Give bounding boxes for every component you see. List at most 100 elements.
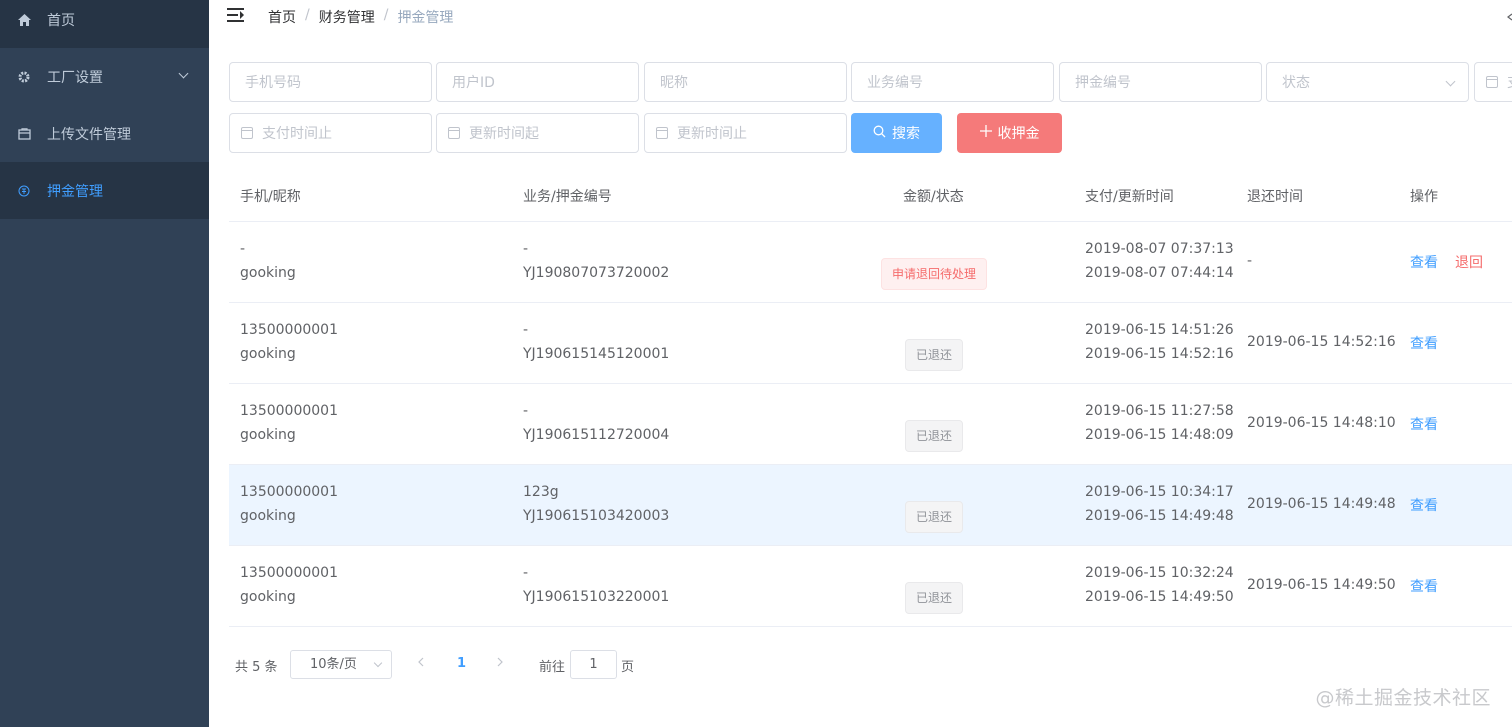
home-icon xyxy=(17,13,31,27)
plus-icon xyxy=(979,125,992,141)
update-start-date-picker[interactable]: 更新时间起 xyxy=(436,113,639,153)
breadcrumb-finance[interactable]: 财务管理 xyxy=(319,7,375,27)
breadcrumb: 首页 / 财务管理 / 押金管理 xyxy=(268,7,453,27)
col-header-number: 业务/押金编号 xyxy=(523,189,612,205)
updated-time-cell: 2019-06-15 14:49:50 xyxy=(1085,589,1234,605)
table-row[interactable]: 13500000001 gooking - YJ190615145120001 … xyxy=(229,303,1512,384)
view-link[interactable]: 查看 xyxy=(1410,495,1438,515)
hamburger-icon[interactable] xyxy=(227,8,244,23)
business-no-cell: - xyxy=(523,403,529,419)
phone-cell: 13500000001 xyxy=(240,403,338,419)
refund-link[interactable]: 退回 xyxy=(1455,252,1483,272)
goto-label: 前往 xyxy=(539,660,566,675)
sidebar-item-upload-files[interactable]: 上传文件管理 xyxy=(0,105,209,162)
sidebar-item-label: 押金管理 xyxy=(47,183,103,200)
chevron-down-icon xyxy=(373,658,383,668)
business-no-cell: - xyxy=(523,565,529,581)
sidebar-item-label: 上传文件管理 xyxy=(47,126,131,143)
collect-deposit-label: 收押金 xyxy=(997,126,1040,142)
sidebar-item-home[interactable]: 首页 xyxy=(0,0,209,48)
calendar-icon xyxy=(1486,76,1498,88)
nickname-cell: gooking xyxy=(240,346,296,362)
header-right-arrow-icon[interactable] xyxy=(1506,10,1512,24)
updated-time-cell: 2019-06-15 14:52:16 xyxy=(1085,346,1234,362)
search-button[interactable]: 搜索 xyxy=(851,113,942,153)
table-row[interactable]: 13500000001 gooking - YJ190615103220001 … xyxy=(229,546,1512,627)
pay-start-placeholder: 支 xyxy=(1507,72,1512,92)
status-badge: 申请退回待处理 xyxy=(881,258,988,290)
paid-time-cell: 2019-06-15 11:27:58 xyxy=(1085,403,1234,419)
update-start-placeholder: 更新时间起 xyxy=(469,126,539,142)
collect-deposit-button[interactable]: 收押金 xyxy=(957,113,1062,153)
table-row[interactable]: 13500000001 gooking - YJ190615112720004 … xyxy=(229,384,1512,465)
col-header-time: 支付/更新时间 xyxy=(1085,189,1174,205)
update-end-date-picker[interactable]: 更新时间止 xyxy=(644,113,847,153)
business-no-cell: - xyxy=(523,241,529,257)
table-row[interactable]: - gooking - YJ190807073720002 申请退回待处理 20… xyxy=(229,222,1512,303)
table-row[interactable]: 13500000001 gooking 123g YJ1906151034200… xyxy=(229,465,1512,546)
nickname-cell: gooking xyxy=(240,589,296,605)
page-number-current[interactable]: 1 xyxy=(457,656,466,671)
deposit-no-cell: YJ190615103220001 xyxy=(523,589,670,605)
paid-time-cell: 2019-06-15 14:51:26 xyxy=(1085,322,1234,338)
nickname-input[interactable]: 昵称 xyxy=(644,62,847,102)
calendar-icon xyxy=(448,127,460,139)
breadcrumb-home[interactable]: 首页 xyxy=(268,7,296,27)
updated-time-cell: 2019-08-07 07:44:14 xyxy=(1085,265,1234,281)
returned-time-cell: 2019-06-15 14:48:10 xyxy=(1247,415,1396,431)
navbar: 首页 / 财务管理 / 押金管理 xyxy=(209,0,1512,34)
deposit-no-cell: YJ190615103420003 xyxy=(523,508,670,524)
chevron-down-icon xyxy=(178,68,189,79)
update-end-placeholder: 更新时间止 xyxy=(677,126,747,142)
col-header-actions: 操作 xyxy=(1410,189,1438,205)
breadcrumb-separator: / xyxy=(383,7,389,23)
deposit-no-cell: YJ190807073720002 xyxy=(523,265,670,281)
phone-cell: 13500000001 xyxy=(240,322,338,338)
phone-input[interactable]: 手机号码 xyxy=(229,62,432,102)
view-link[interactable]: 查看 xyxy=(1410,576,1438,596)
status-placeholder: 状态 xyxy=(1282,75,1310,91)
paid-time-cell: 2019-08-07 07:37:13 xyxy=(1085,241,1234,257)
search-icon xyxy=(873,125,886,142)
business-no-cell: 123g xyxy=(523,484,559,500)
pagination-total: 共 5 条 xyxy=(235,660,278,675)
next-page-icon[interactable] xyxy=(497,656,503,671)
sidebar-item-factory-settings[interactable]: 工厂设置 xyxy=(0,48,209,105)
deposit-no-placeholder: 押金编号 xyxy=(1075,75,1131,91)
chevron-down-icon xyxy=(1445,76,1456,87)
pay-start-date-picker[interactable]: 支 xyxy=(1474,62,1512,102)
phone-cell: - xyxy=(240,241,246,257)
nickname-placeholder: 昵称 xyxy=(660,75,688,91)
search-button-label: 搜索 xyxy=(892,126,920,142)
sidebar-item-deposit[interactable]: 押金管理 xyxy=(0,162,209,219)
pay-end-date-picker[interactable]: 支付时间止 xyxy=(229,113,432,153)
deposit-no-input[interactable]: 押金编号 xyxy=(1059,62,1262,102)
business-no-input[interactable]: 业务编号 xyxy=(851,62,1054,102)
phone-placeholder: 手机号码 xyxy=(245,75,301,91)
phone-cell: 13500000001 xyxy=(240,484,338,500)
userid-input[interactable]: 用户ID xyxy=(436,62,639,102)
breadcrumb-separator: / xyxy=(305,7,310,23)
business-no-placeholder: 业务编号 xyxy=(867,75,923,91)
calendar-icon xyxy=(241,127,253,139)
status-select[interactable]: 状态 xyxy=(1266,62,1469,102)
returned-time-cell: - xyxy=(1247,253,1253,269)
paid-time-cell: 2019-06-15 10:32:24 xyxy=(1085,565,1234,581)
pay-end-placeholder: 支付时间止 xyxy=(262,126,332,142)
sidebar: 首页 工厂设置 上传文件管理 押金管理 xyxy=(0,0,209,727)
deposit-icon xyxy=(17,184,31,198)
page-size-value: 10条/页 xyxy=(310,657,357,672)
status-badge: 已退还 xyxy=(905,501,964,533)
view-link[interactable]: 查看 xyxy=(1410,414,1438,434)
phone-cell: 13500000001 xyxy=(240,565,338,581)
prev-page-icon[interactable] xyxy=(418,656,424,671)
deposit-no-cell: YJ190615112720004 xyxy=(523,427,670,443)
returned-time-cell: 2019-06-15 14:52:16 xyxy=(1247,334,1396,350)
view-link[interactable]: 查看 xyxy=(1410,333,1438,353)
page-size-select[interactable]: 10条/页 xyxy=(290,650,392,679)
gear-icon xyxy=(17,70,31,84)
sidebar-item-label: 工厂设置 xyxy=(47,69,103,86)
goto-page-input[interactable]: 1 xyxy=(570,650,617,679)
view-link[interactable]: 查看 xyxy=(1410,252,1438,272)
breadcrumb-current: 押金管理 xyxy=(397,10,454,26)
